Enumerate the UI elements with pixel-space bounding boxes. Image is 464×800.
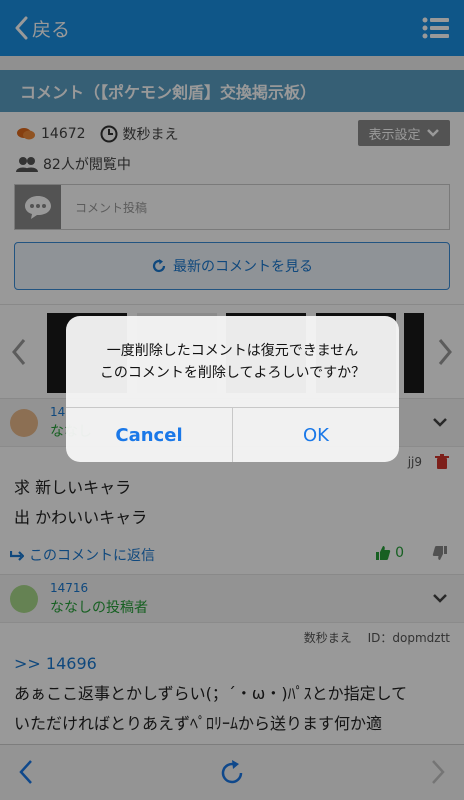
dialog-message: 一度削除したコメントは復元できません このコメントを削除してよろしいですか？ xyxy=(66,316,399,408)
cancel-button[interactable]: Cancel xyxy=(66,408,233,462)
dialog-message-line: 一度削除したコメントは復元できません xyxy=(106,342,359,359)
delete-confirm-dialog: 一度削除したコメントは復元できません このコメントを削除してよろしいですか？ C… xyxy=(66,316,399,462)
dialog-message-line: このコメントを削除してよろしいですか？ xyxy=(99,364,366,381)
ok-button[interactable]: OK xyxy=(233,408,399,462)
